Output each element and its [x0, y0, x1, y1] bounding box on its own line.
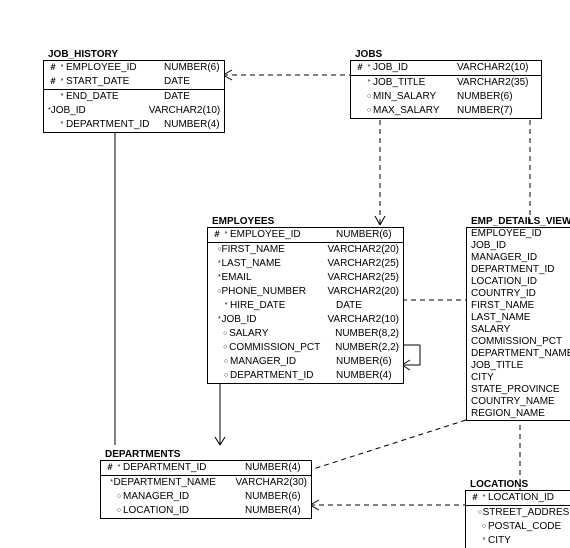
entity-header: #*EMPLOYEE_IDNUMBER(6)	[208, 228, 403, 243]
column-row: ○STREET_ADDRESS	[466, 506, 570, 520]
column-row: ○PHONE_NUMBERVARCHAR2(20)	[208, 285, 403, 299]
entity-header: #*DEPARTMENT_IDNUMBER(4)	[101, 461, 311, 476]
column-row: *END_DATEDATE	[44, 90, 224, 104]
column-row: *DEPARTMENT_IDNUMBER(4)	[44, 118, 224, 132]
column-row: JOB_ID	[467, 240, 570, 252]
column-row: EMPLOYEE_ID	[467, 228, 570, 240]
column-row: ○COMMISSION_PCTNUMBER(2,2)	[208, 341, 403, 355]
entity-locations: LOCATIONS #*LOCATION_ID ○STREET_ADDRESS …	[465, 490, 570, 548]
column-row: ○LOCATION_IDNUMBER(4)	[101, 504, 311, 518]
entity-title: LOCATIONS	[466, 477, 532, 491]
column-row: *HIRE_DATEDATE	[208, 299, 403, 313]
column-row: STATE_PROVINCE	[467, 384, 570, 396]
column-row: #*EMPLOYEE_IDNUMBER(6)	[208, 228, 403, 242]
entity-jobs: JOBS #*JOB_IDVARCHAR2(10) *JOB_TITLEVARC…	[350, 60, 542, 119]
entity-header: #*EMPLOYEE_IDNUMBER(6) #*START_DATEDATE	[44, 61, 224, 90]
column-row: ○FIRST_NAMEVARCHAR2(20)	[208, 243, 403, 257]
column-row: ○MANAGER_IDNUMBER(6)	[208, 355, 403, 369]
column-row: ○POSTAL_CODE	[466, 520, 570, 534]
column-row: #*DEPARTMENT_IDNUMBER(4)	[101, 461, 311, 475]
column-row: *DEPARTMENT_NAMEVARCHAR2(30)	[101, 476, 311, 490]
column-row: ○DEPARTMENT_IDNUMBER(4)	[208, 369, 403, 383]
entity-title: JOBS	[351, 47, 386, 61]
entity-header: #*JOB_IDVARCHAR2(10)	[351, 61, 541, 76]
entity-title: EMPLOYEES	[208, 214, 278, 228]
column-row: JOB_TITLE	[467, 360, 570, 372]
column-row: LAST_NAME	[467, 312, 570, 324]
entity-emp-details-view: EMP_DETAILS_VIEW EMPLOYEE_ID JOB_ID MANA…	[466, 227, 570, 421]
column-row: #*START_DATEDATE	[44, 75, 224, 89]
column-row: *CITY	[466, 534, 570, 548]
column-row: ○MANAGER_IDNUMBER(6)	[101, 490, 311, 504]
column-row: #*LOCATION_ID	[466, 491, 570, 505]
entity-body: *JOB_TITLEVARCHAR2(35) ○MIN_SALARYNUMBER…	[351, 76, 541, 118]
column-row: ○SALARYNUMBER(8,2)	[208, 327, 403, 341]
column-row: COMMISSION_PCT	[467, 336, 570, 348]
column-row: *JOB_IDVARCHAR2(10)	[44, 104, 224, 118]
column-row: #*JOB_IDVARCHAR2(10)	[351, 61, 541, 75]
entity-departments: DEPARTMENTS #*DEPARTMENT_IDNUMBER(4) *DE…	[100, 460, 312, 519]
entity-body: EMPLOYEE_ID JOB_ID MANAGER_ID DEPARTMENT…	[467, 228, 570, 420]
column-row: FIRST_NAME	[467, 300, 570, 312]
entity-title: EMP_DETAILS_VIEW	[467, 214, 570, 228]
entity-title: JOB_HISTORY	[44, 47, 122, 61]
entity-body: *DEPARTMENT_NAMEVARCHAR2(30) ○MANAGER_ID…	[101, 476, 311, 518]
entity-header: #*LOCATION_ID	[466, 491, 570, 506]
column-row: *JOB_TITLEVARCHAR2(35)	[351, 76, 541, 90]
column-row: SALARY	[467, 324, 570, 336]
column-row: COUNTRY_ID	[467, 288, 570, 300]
column-row: *LAST_NAMEVARCHAR2(25)	[208, 257, 403, 271]
entity-body: ○STREET_ADDRESS ○POSTAL_CODE *CITY	[466, 506, 570, 548]
entity-job-history: JOB_HISTORY #*EMPLOYEE_IDNUMBER(6) #*STA…	[43, 60, 225, 133]
entity-employees: EMPLOYEES #*EMPLOYEE_IDNUMBER(6) ○FIRST_…	[207, 227, 404, 384]
column-row: *EMAILVARCHAR2(25)	[208, 271, 403, 285]
column-row: CITY	[467, 372, 570, 384]
column-row: DEPARTMENT_ID	[467, 264, 570, 276]
column-row: *JOB_IDVARCHAR2(10)	[208, 313, 403, 327]
column-row: ○MIN_SALARYNUMBER(6)	[351, 90, 541, 104]
column-row: ○MAX_SALARYNUMBER(7)	[351, 104, 541, 118]
column-row: COUNTRY_NAME	[467, 396, 570, 408]
entity-body: *END_DATEDATE *JOB_IDVARCHAR2(10) *DEPAR…	[44, 90, 224, 132]
column-row: REGION_NAME	[467, 408, 570, 420]
column-row: MANAGER_ID	[467, 252, 570, 264]
column-row: LOCATION_ID	[467, 276, 570, 288]
entity-body: ○FIRST_NAMEVARCHAR2(20) *LAST_NAMEVARCHA…	[208, 243, 403, 383]
column-row: DEPARTMENT_NAME	[467, 348, 570, 360]
column-row: #*EMPLOYEE_IDNUMBER(6)	[44, 61, 224, 75]
entity-title: DEPARTMENTS	[101, 447, 184, 461]
